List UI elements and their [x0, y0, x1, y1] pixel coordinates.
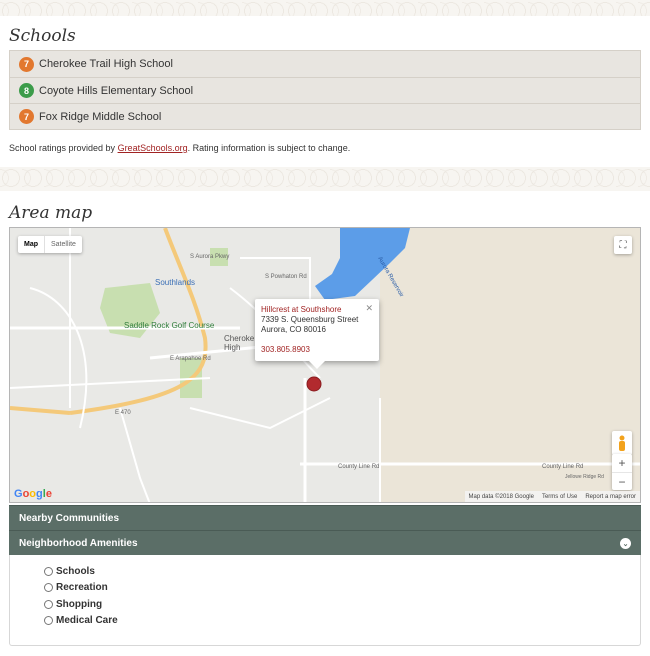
fullscreen-icon: ⛶: [619, 239, 627, 251]
decorative-band-middle: [0, 167, 650, 191]
fullscreen-button[interactable]: ⛶: [614, 236, 632, 254]
area-map[interactable]: Southlands Saddle Rock Golf Course Chero…: [9, 227, 641, 503]
radio-button[interactable]: [44, 600, 53, 609]
amenity-option-schools[interactable]: Schools: [44, 566, 95, 577]
info-window-city: Aurora, CO 80016: [261, 325, 326, 334]
amenity-label: Schools: [56, 566, 95, 577]
terms-of-use-link[interactable]: Terms of Use: [542, 494, 577, 500]
map-type-toggle: Map Satellite: [18, 236, 82, 253]
radio-button[interactable]: [44, 616, 53, 625]
radio-button[interactable]: [44, 583, 53, 592]
map-label-county-line: County Line Rd: [338, 464, 379, 470]
amenity-option-recreation[interactable]: Recreation: [44, 582, 108, 593]
map-label-county-line-east: County Line Rd: [542, 464, 583, 470]
map-type-map-button[interactable]: Map: [18, 236, 44, 253]
zoom-control: + −: [612, 454, 632, 490]
schools-list: 7 Cherokee Trail High School 8 Coyote Hi…: [9, 50, 641, 130]
nearby-communities-panel[interactable]: Nearby Communities: [9, 505, 641, 530]
map-label-golf-course: Saddle Rock Golf Course: [124, 321, 215, 330]
school-name: Cherokee Trail High School: [39, 58, 173, 70]
nearby-communities-label: Nearby Communities: [19, 512, 120, 524]
school-row[interactable]: 7 Fox Ridge Middle School: [10, 103, 640, 129]
street-view-pegman[interactable]: [612, 431, 632, 455]
map-label-e470: E 470: [115, 410, 131, 416]
ratings-note-suffix: . Rating information is subject to chang…: [187, 143, 351, 153]
map-label-jelloise: Jellowe Ridge Rd: [565, 474, 604, 480]
pegman-icon: [619, 435, 625, 451]
neighborhood-amenities-panel[interactable]: Neighborhood Amenities ⌄: [9, 530, 641, 555]
zoom-in-button[interactable]: +: [612, 454, 632, 472]
amenity-option-medical-care[interactable]: Medical Care: [44, 615, 118, 626]
info-window-phone[interactable]: 303.805.8903: [261, 345, 373, 355]
info-window-name[interactable]: Hillcrest at Southshore: [261, 305, 373, 315]
info-window-street: 7339 S. Queensburg Street: [261, 315, 359, 324]
amenity-label: Medical Care: [56, 615, 118, 626]
map-data-attribution: Map data ©2018 Google: [468, 493, 534, 500]
school-row[interactable]: 7 Cherokee Trail High School: [10, 51, 640, 77]
map-label-powhaton: S Powhaton Rd: [265, 274, 307, 280]
amenities-options: Schools Recreation Shopping Medical Care: [9, 555, 641, 646]
school-row[interactable]: 8 Coyote Hills Elementary School: [10, 77, 640, 103]
map-label-aurora-pkwy: S Aurora Pkwy: [190, 254, 229, 260]
school-name: Fox Ridge Middle School: [39, 110, 162, 123]
chevron-down-icon[interactable]: ⌄: [620, 538, 631, 549]
map-label-cherokee: Cheroke: [224, 334, 255, 343]
info-window-pointer: [309, 361, 325, 369]
ratings-note: School ratings provided by GreatSchools.…: [9, 143, 350, 153]
schools-heading: Schools: [9, 26, 76, 46]
map-footer: Map data ©2018 Google Terms of Use Repor…: [464, 491, 640, 502]
map-canvas: Southlands Saddle Rock Golf Course Chero…: [10, 228, 640, 502]
map-label-high: High: [224, 343, 240, 352]
neighborhood-amenities-label: Neighborhood Amenities: [19, 537, 138, 549]
close-icon[interactable]: ✕: [365, 303, 373, 313]
decorative-band-top: [0, 0, 650, 16]
report-map-error-link[interactable]: Report a map error: [585, 494, 636, 500]
rating-badge: 7: [19, 109, 34, 124]
zoom-out-button[interactable]: −: [612, 472, 632, 490]
rating-badge: 8: [19, 83, 34, 98]
map-label-arapahoe: E Arapahoe Rd: [170, 356, 211, 362]
map-type-satellite-button[interactable]: Satellite: [44, 236, 82, 253]
google-logo: Google: [14, 488, 52, 500]
area-map-heading: Area map: [9, 203, 93, 223]
rating-badge: 7: [19, 56, 34, 72]
school-name: Coyote Hills Elementary School: [39, 84, 194, 97]
map-label-southlands: Southlands: [155, 278, 195, 287]
info-window: Hillcrest at Southshore 7339 S. Queensbu…: [255, 299, 379, 369]
amenity-label: Recreation: [56, 582, 108, 593]
greatschools-link[interactable]: GreatSchools.org: [118, 143, 188, 153]
amenity-option-shopping[interactable]: Shopping: [44, 599, 102, 610]
amenity-label: Shopping: [56, 599, 103, 610]
radio-button[interactable]: [44, 567, 53, 576]
ratings-note-prefix: School ratings provided by: [9, 143, 118, 153]
